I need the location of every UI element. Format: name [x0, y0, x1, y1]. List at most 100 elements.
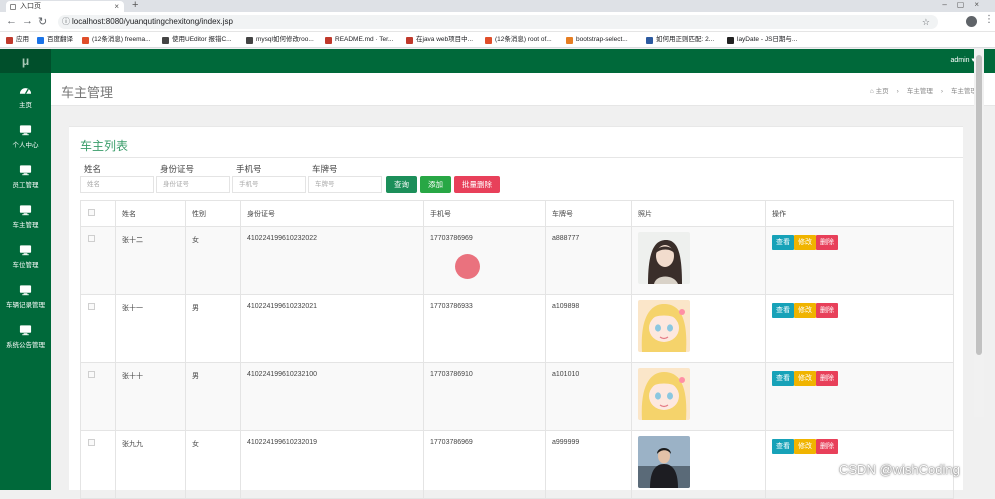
close-tab-icon[interactable]: × [114, 1, 119, 12]
table-row: 张九九女 410224199610232019 17703786969 a999999… [80, 430, 954, 499]
cell-name: 张九九 [115, 430, 186, 499]
edit-button[interactable]: 修改 [794, 439, 816, 454]
bookmark-item[interactable]: (12条消息) root of... [485, 32, 552, 47]
bookmark-item[interactable]: 如何用正则匹配: 2... [646, 32, 714, 47]
delete-button[interactable]: 删除 [816, 303, 838, 318]
row-select-cell [80, 226, 116, 295]
bookmark-item[interactable]: 使用UEditor 报错C... [162, 32, 232, 47]
cell-actions: 查看 修改 删除 [765, 226, 954, 295]
bookmark-item[interactable]: layDate - JS日期与... [727, 32, 797, 47]
browser-tab[interactable]: 入口页 × [6, 1, 124, 12]
view-button[interactable]: 查看 [772, 235, 794, 250]
monitor-icon [19, 245, 32, 256]
cell-plate: a999999 [545, 430, 632, 499]
search-input[interactable]: 手机号 [232, 176, 306, 193]
bookmark-item[interactable]: 应用 [6, 32, 29, 47]
cell-plate: a109898 [545, 294, 632, 363]
row-checkbox[interactable] [88, 439, 95, 446]
delete-button[interactable]: 删除 [816, 371, 838, 386]
window-controls[interactable]: –▢× [942, 0, 989, 9]
delete-button[interactable]: 删除 [816, 235, 838, 250]
table-row: 张十十男 410224199610232100 17703786910 a101010… [80, 362, 954, 431]
edit-button[interactable]: 修改 [794, 303, 816, 318]
reload-icon[interactable]: ↻ [38, 15, 47, 28]
column-header: 操作 [765, 200, 954, 227]
search-field-label: 车牌号 [312, 164, 338, 174]
scrollbar-thumb[interactable] [976, 55, 982, 355]
sidebar-item[interactable]: 主页 [0, 77, 51, 117]
row-select-cell [80, 362, 116, 431]
bookmark-label: 在java web项目中... [416, 36, 474, 43]
owner-list-panel: 车主列表 查询 添加 批量删除 姓名 姓名 身份证号 身份证号 手机号 手机号 车牌号 车牌号… [69, 126, 963, 499]
view-button[interactable]: 查看 [772, 371, 794, 386]
browser-menu-icon[interactable]: ⋮ [984, 14, 994, 25]
bookmark-item[interactable]: mysql如何修改roo... [246, 32, 314, 47]
bookmark-item[interactable]: 百度翻译 [37, 32, 73, 47]
edit-button[interactable]: 修改 [794, 235, 816, 250]
search-input[interactable]: 车牌号 [308, 176, 382, 193]
column-header: 身份证号 [240, 200, 424, 227]
bookmark-label: mysql如何修改roo... [256, 36, 314, 43]
query-button[interactable]: 查询 [386, 176, 417, 193]
monitor-icon [19, 205, 32, 216]
bookmark-item[interactable]: bootstrap-select... [566, 32, 628, 47]
mouse-cursor-highlight [455, 254, 480, 279]
column-header-label: 照片 [638, 210, 652, 218]
cell-gender: 男 [185, 362, 241, 431]
bookmark-favicon-icon [646, 36, 653, 44]
monitor-icon [19, 125, 32, 136]
batch-delete-button[interactable]: 批量删除 [454, 176, 500, 193]
bookmark-star-icon[interactable]: ☆ [922, 15, 930, 29]
sidebar-item[interactable]: 系统公告管理 [0, 317, 51, 357]
cell-gender: 女 [185, 430, 241, 499]
bookmark-label: (12条消息) freema... [92, 36, 151, 43]
select-all-checkbox[interactable] [88, 209, 95, 216]
row-checkbox[interactable] [88, 303, 95, 310]
back-icon[interactable]: ← [6, 15, 17, 27]
monitor-icon [19, 325, 32, 336]
edit-button[interactable]: 修改 [794, 371, 816, 386]
column-header[interactable] [80, 200, 116, 227]
bookmark-favicon-icon [727, 36, 734, 44]
cell-id-no: 410224199610232022 [240, 226, 424, 295]
search-input[interactable]: 身份证号 [156, 176, 230, 193]
divider [80, 157, 963, 158]
sidebar-item[interactable]: 个人中心 [0, 117, 51, 157]
forward-icon[interactable]: → [22, 15, 33, 27]
row-checkbox[interactable] [88, 235, 95, 242]
view-button[interactable]: 查看 [772, 303, 794, 318]
bookmark-favicon-icon [246, 36, 253, 44]
brand-logo[interactable]: μ [0, 49, 51, 73]
user-menu[interactable]: admin ▾ [950, 49, 975, 73]
sidebar-item[interactable]: 车位管理 [0, 237, 51, 277]
sidebar-item[interactable]: 车辆记录管理 [0, 277, 51, 317]
row-checkbox[interactable] [88, 371, 95, 378]
sidebar-item-label: 车位管理 [12, 262, 39, 269]
cell-id-no: 410224199610232021 [240, 294, 424, 363]
profile-avatar-icon[interactable] [966, 16, 977, 27]
view-button[interactable]: 查看 [772, 439, 794, 454]
delete-button[interactable]: 删除 [816, 439, 838, 454]
breadcrumb-item[interactable]: 车主管理 [907, 88, 933, 95]
page-scrollbar[interactable] [974, 49, 984, 417]
sidebar-item[interactable]: 员工管理 [0, 157, 51, 197]
row-actions: 查看 修改 删除 [772, 439, 947, 454]
site-info-icon[interactable]: ⓘ [62, 15, 70, 29]
sidebar-item-label: 车主管理 [12, 222, 39, 229]
search-input[interactable]: 姓名 [80, 176, 154, 193]
panel-title: 车主列表 [80, 139, 129, 153]
sidebar-item[interactable]: 车主管理 [0, 197, 51, 237]
new-tab-icon[interactable]: + [132, 0, 138, 11]
bookmark-item[interactable]: 在java web项目中... [406, 32, 474, 47]
url-input[interactable]: ⓘ localhost:8080/yuanqutingchexitong/ind… [58, 15, 938, 29]
add-button[interactable]: 添加 [420, 176, 451, 193]
monitor-icon [19, 165, 32, 176]
dashboard-icon [19, 88, 32, 95]
bookmark-item[interactable]: README.md · Ter... [325, 32, 393, 47]
column-header-label: 姓名 [122, 210, 136, 218]
breadcrumb: ⌂ 主页 › 车主管理 › 车主管理 [866, 85, 981, 95]
bookmark-label: 应用 [16, 36, 29, 43]
bookmark-item[interactable]: (12条消息) freema... [82, 32, 151, 47]
breadcrumb-item[interactable]: ⌂ 主页 [870, 88, 889, 95]
bookmark-label: 使用UEditor 报错C... [172, 36, 232, 43]
